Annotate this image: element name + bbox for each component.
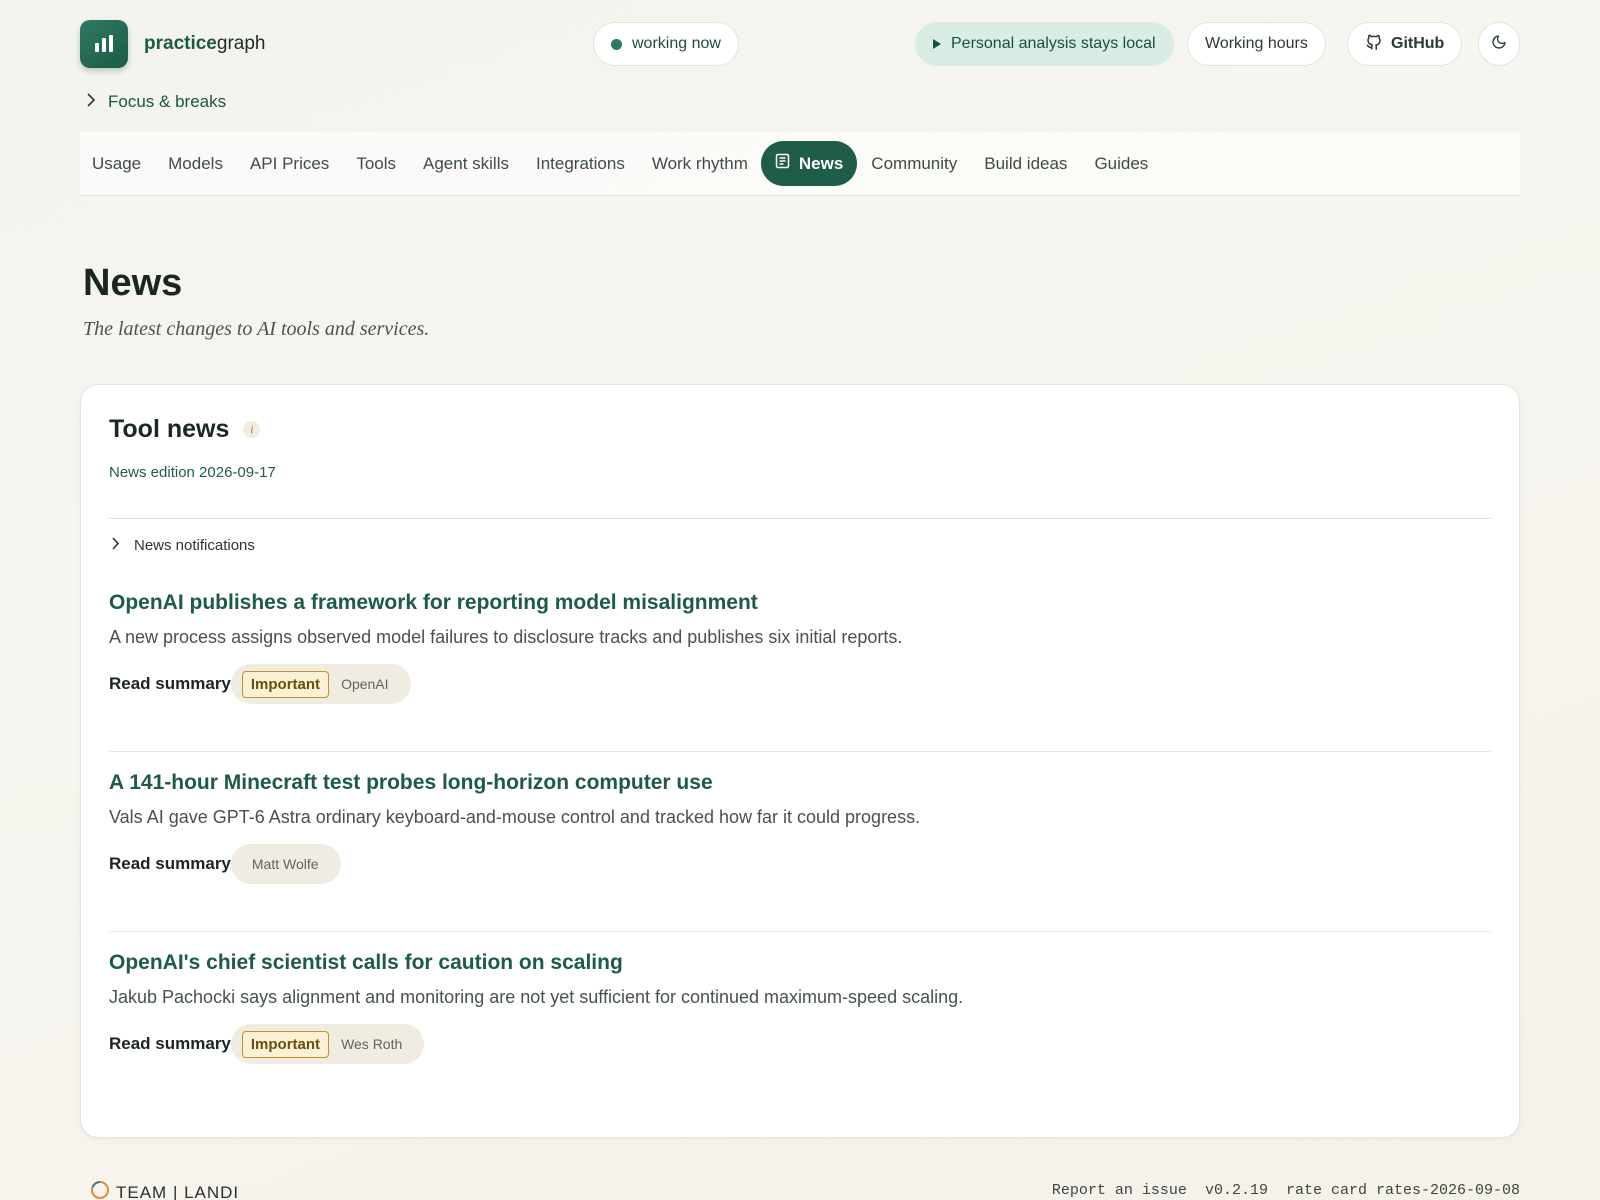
brand[interactable]: practicegraph	[80, 20, 265, 68]
newspaper-icon	[775, 153, 790, 174]
news-title-link[interactable]: OpenAI publishes a framework for reporti…	[109, 591, 1491, 615]
version-label: v0.2.19	[1204, 1182, 1268, 1199]
nav-tools[interactable]: Tools	[356, 142, 396, 186]
news-source: Wes Roth	[341, 1036, 403, 1052]
news-description: A new process assigns observed model fai…	[109, 627, 903, 647]
read-summary-link[interactable]: Read summary	[109, 854, 231, 874]
read-summary-link[interactable]: Read summary	[109, 1034, 231, 1054]
news-item: OpenAI's chief scientist calls for cauti…	[109, 951, 1491, 1064]
footer-logo-text: TEAM | LANDI	[116, 1182, 240, 1200]
footer-logo[interactable]: TEAM | LANDI	[90, 1180, 239, 1200]
page-subtitle: The latest changes to AI tools and servi…	[83, 318, 430, 340]
chevron-right-icon	[111, 537, 120, 554]
news-notifications-toggle[interactable]: News notifications	[111, 537, 255, 554]
nav-news-label: News	[798, 153, 844, 173]
info-icon[interactable]: i	[243, 421, 261, 438]
nav-guides[interactable]: Guides	[1094, 142, 1148, 186]
news-tags: Important Wes Roth	[230, 1024, 425, 1064]
bar-chart-logo-icon	[80, 20, 128, 68]
news-description: Jakub Pachocki says alignment and monito…	[109, 987, 964, 1007]
rate-card-label: rate card rates-2026-09-08	[1285, 1182, 1520, 1199]
important-badge: Important	[241, 1030, 330, 1058]
nav-work-rhythm[interactable]: Work rhythm	[652, 142, 748, 186]
privacy-label: Personal analysis stays local	[951, 35, 1156, 52]
nav-integrations[interactable]: Integrations	[536, 142, 625, 186]
moon-icon	[1491, 34, 1507, 55]
card-title: Tool news i	[109, 415, 261, 444]
working-status-pill[interactable]: working now	[593, 22, 739, 66]
play-icon	[933, 39, 941, 49]
github-button[interactable]: GitHub	[1347, 22, 1463, 66]
news-edition: News edition 2026-09-17	[109, 464, 276, 481]
github-label: GitHub	[1391, 35, 1445, 52]
theme-toggle-button[interactable]	[1478, 22, 1520, 66]
nav-usage[interactable]: Usage	[92, 142, 141, 186]
news-tags: Important OpenAI	[230, 664, 411, 704]
circle-logo-icon	[90, 1180, 110, 1200]
news-description: Vals AI gave GPT-6 Astra ordinary keyboa…	[109, 807, 921, 827]
divider	[109, 751, 1491, 752]
nav-news[interactable]: News	[760, 141, 858, 186]
report-issue-link[interactable]: Report an issue	[1052, 1182, 1187, 1199]
tool-news-card: Tool news i News edition 2026-09-17 News…	[80, 384, 1520, 1138]
github-icon	[1365, 33, 1383, 56]
news-notifications-label: News notifications	[134, 537, 255, 554]
working-hours-button[interactable]: Working hours	[1187, 22, 1326, 66]
news-title-link[interactable]: A 141-hour Minecraft test probes long-ho…	[109, 771, 1491, 795]
page-title: News	[83, 262, 183, 304]
nav-models[interactable]: Models	[168, 142, 223, 186]
privacy-pill[interactable]: Personal analysis stays local	[915, 22, 1174, 66]
news-source: OpenAI	[341, 676, 389, 692]
main-nav: Usage Models API Prices Tools Agent skil…	[80, 132, 1520, 196]
news-tags: Matt Wolfe	[230, 844, 341, 884]
news-item: OpenAI publishes a framework for reporti…	[109, 591, 1491, 704]
chevron-right-icon	[86, 92, 96, 112]
divider	[109, 931, 1491, 932]
breadcrumb[interactable]: Focus & breaks	[86, 92, 226, 112]
news-meta: Read summary Important OpenAI	[109, 664, 1491, 704]
breadcrumb-label: Focus & breaks	[108, 92, 227, 111]
news-source: Matt Wolfe	[251, 856, 319, 872]
brand-name: practicegraph	[144, 33, 266, 54]
working-hours-label: Working hours	[1205, 35, 1308, 52]
news-title-link[interactable]: OpenAI's chief scientist calls for cauti…	[109, 951, 1491, 975]
card-title-text: Tool news	[109, 415, 230, 443]
news-meta: Read summary Matt Wolfe	[109, 844, 1491, 884]
nav-community[interactable]: Community	[871, 142, 957, 186]
read-summary-link[interactable]: Read summary	[109, 674, 231, 694]
footer-links: Report an issue v0.2.19 rate card rates-…	[1052, 1182, 1520, 1199]
nav-api-prices[interactable]: API Prices	[250, 142, 329, 186]
news-item: A 141-hour Minecraft test probes long-ho…	[109, 771, 1491, 884]
status-label: working now	[632, 35, 721, 52]
divider	[109, 518, 1491, 519]
status-dot-icon	[611, 38, 622, 50]
news-meta: Read summary Important Wes Roth	[109, 1024, 1491, 1064]
nav-agent-skills[interactable]: Agent skills	[423, 142, 509, 186]
important-badge: Important	[241, 670, 330, 698]
nav-build-ideas[interactable]: Build ideas	[984, 142, 1067, 186]
